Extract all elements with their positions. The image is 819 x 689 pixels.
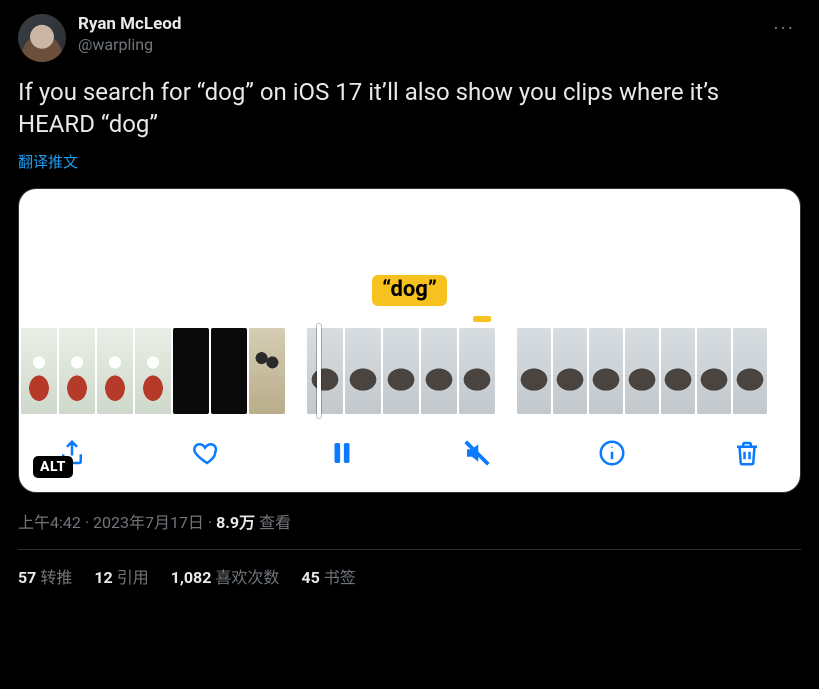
media-card[interactable]: “dog”: [18, 188, 801, 493]
tweet-stats: 57转推 12引用 1,082喜欢次数 45书签: [18, 564, 801, 588]
thumbnail: [733, 328, 767, 414]
thumbnail: [307, 328, 343, 414]
tweet-text: If you search for “dog” on iOS 17 it’ll …: [18, 76, 801, 141]
meta-sep: ·: [204, 513, 216, 532]
thumbnail: [97, 328, 133, 414]
thumbnail: [697, 328, 731, 414]
clip-group-3[interactable]: [517, 328, 767, 414]
info-icon[interactable]: [595, 436, 629, 470]
clip-group-2[interactable]: [307, 328, 495, 414]
caption-row: “dog”: [19, 275, 800, 306]
thumbnail: [459, 328, 495, 414]
user-handle: @warpling: [78, 35, 181, 55]
thumbnail: [135, 328, 171, 414]
media-controls: [19, 414, 800, 480]
tweet-date[interactable]: 2023年7月17日: [93, 513, 204, 532]
thumbnail: [625, 328, 659, 414]
divider: [18, 549, 801, 550]
mute-icon[interactable]: [460, 436, 494, 470]
tweet-meta: 上午4:42 · 2023年7月17日 · 8.9万 查看: [18, 509, 801, 533]
more-icon[interactable]: ···: [767, 14, 801, 42]
thumbnail: [517, 328, 551, 414]
thumbnail: [21, 328, 57, 414]
avatar[interactable]: [18, 14, 66, 62]
translate-link[interactable]: 翻译推文: [18, 151, 78, 172]
thumbnail: [173, 328, 209, 414]
display-name: Ryan McLeod: [78, 14, 181, 35]
thumbnail: [553, 328, 587, 414]
tweet-header: Ryan McLeod @warpling ···: [18, 14, 801, 62]
caption-caret: [473, 316, 491, 322]
pause-icon[interactable]: [325, 436, 359, 470]
heart-icon[interactable]: [190, 436, 224, 470]
thumbnail-strip[interactable]: [19, 328, 800, 414]
views-count: 8.9万: [216, 513, 255, 532]
bookmarks-stat[interactable]: 45书签: [301, 564, 355, 588]
tweet-container: Ryan McLeod @warpling ··· If you search …: [0, 0, 819, 588]
retweets-stat[interactable]: 57转推: [18, 564, 72, 588]
quotes-stat[interactable]: 12引用: [94, 564, 148, 588]
thumbnail: [661, 328, 695, 414]
likes-stat[interactable]: 1,082喜欢次数: [171, 564, 280, 588]
meta-sep: ·: [81, 513, 93, 532]
alt-badge[interactable]: ALT: [33, 456, 73, 478]
thumbnail: [345, 328, 381, 414]
playhead[interactable]: [317, 324, 321, 418]
trash-icon[interactable]: [730, 436, 764, 470]
clip-group-1[interactable]: [21, 328, 285, 414]
views-label: 查看: [255, 513, 291, 532]
thumbnail: [421, 328, 457, 414]
media-inner: “dog”: [19, 189, 800, 492]
thumbnail: [589, 328, 623, 414]
tweet-time[interactable]: 上午4:42: [18, 513, 81, 532]
thumbnail: [383, 328, 419, 414]
thumbnail: [249, 328, 285, 414]
thumbnail: [211, 328, 247, 414]
author-block[interactable]: Ryan McLeod @warpling: [78, 14, 181, 55]
caption-badge: “dog”: [372, 275, 447, 306]
thumbnail: [59, 328, 95, 414]
